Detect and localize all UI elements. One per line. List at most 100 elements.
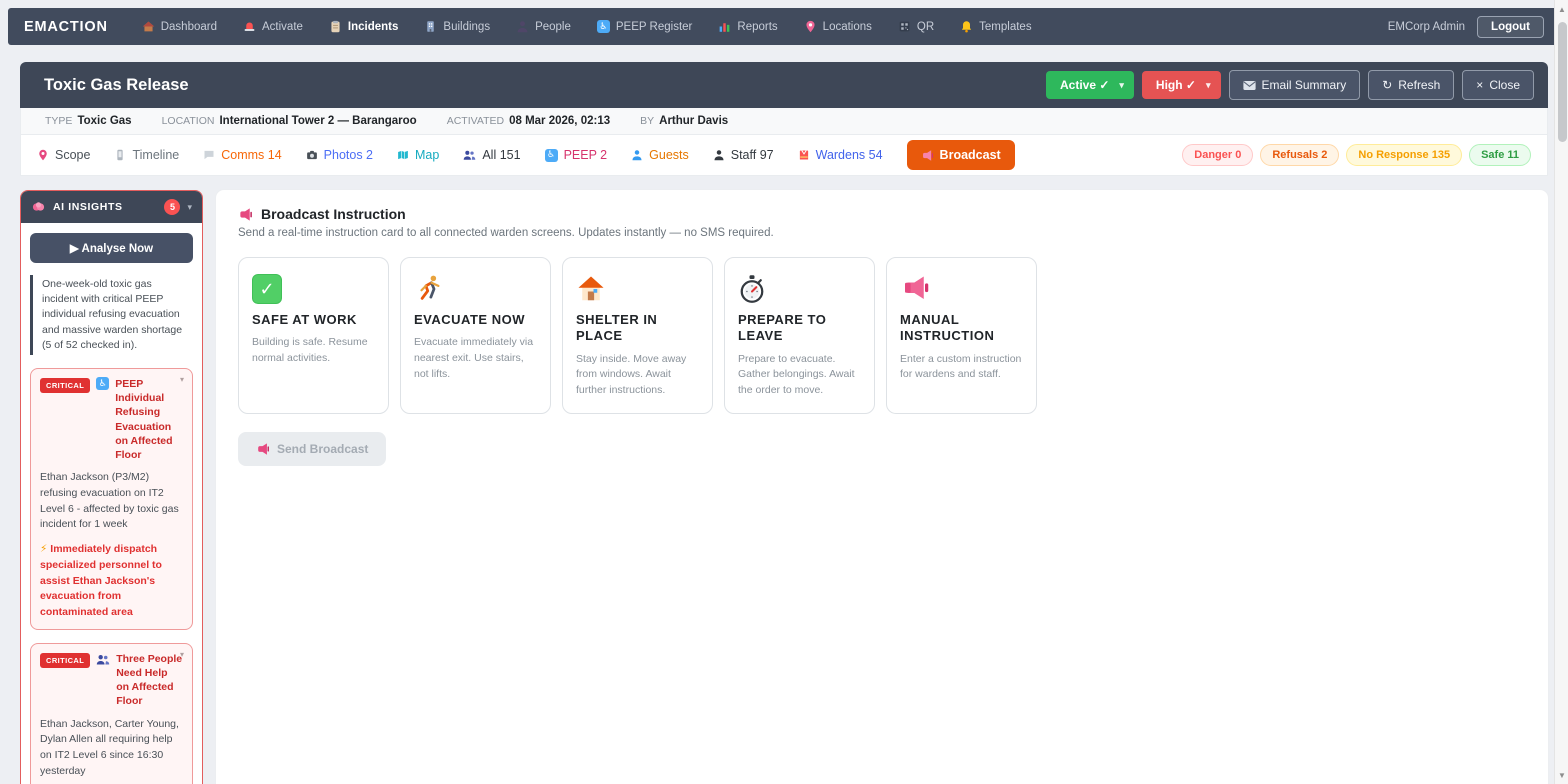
guest-icon <box>631 149 643 161</box>
nav-item-peep-register[interactable]: ♿ PEEP Register <box>597 20 693 33</box>
pin-icon <box>37 149 49 161</box>
scrollbar-thumb[interactable] <box>1558 22 1567 142</box>
top-nav: EMACTION Dashboard Activate Incidents Bu… <box>8 8 1560 45</box>
scroll-down-arrow[interactable]: ▼ <box>1555 768 1568 782</box>
nav-item-incidents[interactable]: Incidents <box>329 20 398 33</box>
refresh-button[interactable]: ↻ Refresh <box>1368 70 1454 100</box>
wheelchair-icon: ♿ <box>545 149 558 162</box>
timeline-icon <box>114 149 126 161</box>
refusals-badge[interactable]: Refusals 2 <box>1260 144 1339 166</box>
option-desc: Stay inside. Move away from windows. Awa… <box>576 352 699 399</box>
safe-badge[interactable]: Safe 11 <box>1469 144 1531 166</box>
refresh-icon: ↻ <box>1382 78 1392 92</box>
analyse-now-label: Analyse Now <box>82 243 154 255</box>
nav-item-label: Reports <box>737 21 777 33</box>
brain-icon <box>31 200 46 214</box>
close-button[interactable]: × Close <box>1462 70 1534 100</box>
meta-label: LOCATION <box>162 115 215 127</box>
meta-by: BY Arthur Davis <box>640 115 728 127</box>
email-summary-button[interactable]: Email Summary <box>1229 70 1361 100</box>
chevron-down-icon[interactable]: ▾ <box>187 202 192 213</box>
scrollbar[interactable]: ▲ ▼ <box>1554 0 1568 784</box>
nav-item-people[interactable]: People <box>516 20 571 33</box>
no-response-badge[interactable]: No Response 135 <box>1346 144 1462 166</box>
send-broadcast-button[interactable]: Send Broadcast <box>238 432 386 466</box>
tab-label: Comms 14 <box>221 148 281 162</box>
building-icon <box>424 20 437 33</box>
chevron-down-icon[interactable]: ▾ <box>180 375 184 384</box>
nav-item-reports[interactable]: Reports <box>718 20 777 33</box>
analyse-now-button[interactable]: ▶ Analyse Now <box>30 233 193 263</box>
tab-label: Broadcast <box>940 148 1001 162</box>
nav-item-templates[interactable]: Templates <box>960 20 1031 33</box>
house-icon <box>576 274 606 304</box>
broadcast-panel: Broadcast Instruction Send a real-time i… <box>216 190 1548 784</box>
nav-item-dashboard[interactable]: Dashboard <box>142 20 217 33</box>
scroll-up-arrow[interactable]: ▲ <box>1555 2 1568 16</box>
tab-map[interactable]: Map <box>397 148 439 162</box>
option-shelter-in-place[interactable]: SHELTER IN PLACE Stay inside. Move away … <box>562 257 713 414</box>
staff-icon <box>713 149 725 161</box>
email-summary-label: Email Summary <box>1262 78 1347 92</box>
option-manual-instruction[interactable]: MANUAL INSTRUCTION Enter a custom instru… <box>886 257 1037 414</box>
nav-item-locations[interactable]: Locations <box>804 20 872 33</box>
insight-title: PEEP Individual Refusing Evacuation on A… <box>115 377 183 462</box>
logout-button[interactable]: Logout <box>1477 16 1544 38</box>
severity-dropdown[interactable]: High ✓ ▾ <box>1142 71 1221 99</box>
nav-item-label: QR <box>917 21 934 33</box>
tab-all[interactable]: All 151 <box>463 148 520 162</box>
option-prepare-to-leave[interactable]: PREPARE TO LEAVE Prepare to evacuate. Ga… <box>724 257 875 414</box>
option-title: PREPARE TO LEAVE <box>738 312 861 345</box>
nav-item-label: Dashboard <box>161 21 217 33</box>
incident-meta-bar: TYPE Toxic Gas LOCATION International To… <box>20 108 1548 135</box>
nav-item-label: PEEP Register <box>616 21 693 33</box>
nav-item-label: People <box>535 21 571 33</box>
bar-chart-icon <box>718 20 731 33</box>
insight-card-people-need-help[interactable]: ▾ CRITICAL Three People Need Help on Aff… <box>30 643 193 784</box>
meta-label: TYPE <box>45 115 72 127</box>
tab-comms[interactable]: Comms 14 <box>203 148 281 162</box>
tab-scope[interactable]: Scope <box>37 148 90 162</box>
option-desc: Enter a custom instruction for wardens a… <box>900 352 1023 384</box>
danger-badge[interactable]: Danger 0 <box>1182 144 1253 166</box>
severity-label: High ✓ <box>1156 78 1196 92</box>
megaphone-icon <box>921 149 934 162</box>
option-desc: Evacuate immediately via nearest exit. U… <box>414 335 537 382</box>
nav-item-buildings[interactable]: Buildings <box>424 20 490 33</box>
nav-item-qr[interactable]: QR <box>898 20 934 33</box>
option-safe-at-work[interactable]: ✓ SAFE AT WORK Building is safe. Resume … <box>238 257 389 414</box>
critical-badge: CRITICAL <box>40 378 90 393</box>
stopwatch-icon <box>738 274 766 304</box>
status-dropdown[interactable]: Active ✓ ▾ <box>1046 71 1134 99</box>
ai-insights-header[interactable]: AI INSIGHTS 5 ▾ <box>21 191 202 223</box>
tab-label: Map <box>415 148 439 162</box>
siren-icon <box>243 20 256 33</box>
tab-broadcast[interactable]: Broadcast <box>907 140 1015 170</box>
close-icon: × <box>1476 78 1483 92</box>
chevron-down-icon[interactable]: ▾ <box>180 650 184 659</box>
chat-icon <box>203 149 215 161</box>
broadcast-options: ✓ SAFE AT WORK Building is safe. Resume … <box>238 257 1526 414</box>
camera-icon <box>306 149 318 161</box>
qr-icon <box>898 20 911 33</box>
nav-item-label: Locations <box>823 21 872 33</box>
ai-insights-count-badge: 5 <box>164 199 180 215</box>
nav-item-activate[interactable]: Activate <box>243 20 303 33</box>
pin-icon <box>804 20 817 33</box>
tab-guests[interactable]: Guests <box>631 148 689 162</box>
tab-timeline[interactable]: Timeline <box>114 148 179 162</box>
tab-label: Staff 97 <box>731 148 774 162</box>
vest-icon <box>798 149 810 161</box>
insight-card-peep-refusal[interactable]: ▾ CRITICAL ♿ PEEP Individual Refusing Ev… <box>30 368 193 630</box>
option-evacuate-now[interactable]: EVACUATE NOW Evacuate immediately via ne… <box>400 257 551 414</box>
broadcast-subheading: Send a real-time instruction card to all… <box>238 227 1526 239</box>
tab-peep[interactable]: ♿ PEEP 2 <box>545 148 608 162</box>
critical-badge: CRITICAL <box>40 653 90 668</box>
tab-wardens[interactable]: Wardens 54 <box>798 148 883 162</box>
tab-photos[interactable]: Photos 2 <box>306 148 373 162</box>
megaphone-icon <box>256 442 270 456</box>
tab-staff[interactable]: Staff 97 <box>713 148 774 162</box>
lightning-icon: ⚡ <box>40 543 47 555</box>
play-icon: ▶ <box>70 243 79 255</box>
incident-tabbar: Scope Timeline Comms 14 Photos 2 Map All… <box>20 135 1548 176</box>
